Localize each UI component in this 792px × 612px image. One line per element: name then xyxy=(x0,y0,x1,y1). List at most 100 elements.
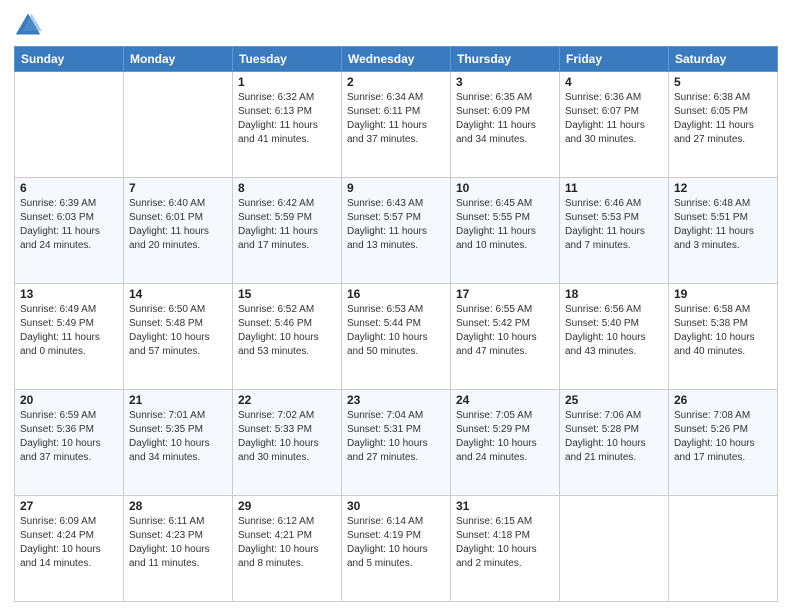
day-info: Sunrise: 6:14 AM Sunset: 4:19 PM Dayligh… xyxy=(347,515,445,571)
calendar-cell: 30Sunrise: 6:14 AM Sunset: 4:19 PM Dayli… xyxy=(342,496,451,602)
day-number: 27 xyxy=(20,499,118,513)
calendar-cell: 3 Sunrise: 6:35 AM Sunset: 6:09 PM Daylig… xyxy=(451,72,560,178)
day-info: Sunrise: 6:59 AM Sunset: 5:36 PM Dayligh… xyxy=(20,409,118,465)
day-info: Sunrise: 6:35 AM Sunset: 6:09 PM Dayligh… xyxy=(456,91,554,147)
calendar-cell: 24 Sunrise: 7:05 AM Sunset: 5:29 PM Dayli… xyxy=(451,390,560,496)
day-info: Sunrise: 7:05 AM Sunset: 5:29 PM Dayligh… xyxy=(456,409,554,465)
day-info: Sunrise: 6:55 AM Sunset: 5:42 PM Dayligh… xyxy=(456,303,554,359)
day-info: Sunrise: 6:43 AM Sunset: 5:57 PM Dayligh… xyxy=(347,197,445,253)
day-info: Sunrise: 7:04 AM Sunset: 5:31 PM Dayligh… xyxy=(347,409,445,465)
day-number: 10 xyxy=(456,181,554,195)
day-info: Sunrise: 6:52 AM Sunset: 5:46 PM Dayligh… xyxy=(238,303,336,359)
day-number: 29 xyxy=(238,499,336,513)
calendar-cell: 9 Sunrise: 6:43 AM Sunset: 5:57 PM Daylig… xyxy=(342,178,451,284)
day-info: Sunrise: 6:36 AM Sunset: 6:07 PM Dayligh… xyxy=(565,91,663,147)
day-info: Sunrise: 6:58 AM Sunset: 5:38 PM Dayligh… xyxy=(674,303,772,359)
day-number: 2 xyxy=(347,75,445,89)
day-info: Sunrise: 7:01 AM Sunset: 5:35 PM Dayligh… xyxy=(129,409,227,465)
calendar-cell: 4 Sunrise: 6:36 AM Sunset: 6:07 PM Daylig… xyxy=(560,72,669,178)
day-info: Sunrise: 6:42 AM Sunset: 5:59 PM Dayligh… xyxy=(238,197,336,253)
day-info: Sunrise: 7:06 AM Sunset: 5:28 PM Dayligh… xyxy=(565,409,663,465)
day-number: 11 xyxy=(565,181,663,195)
day-number: 21 xyxy=(129,393,227,407)
calendar-cell xyxy=(124,72,233,178)
calendar-cell: 11Sunrise: 6:46 AM Sunset: 5:53 PM Dayli… xyxy=(560,178,669,284)
calendar-table: SundayMondayTuesdayWednesdayThursdayFrid… xyxy=(14,46,778,602)
weekday-header-friday: Friday xyxy=(560,47,669,72)
calendar-cell: 6 Sunrise: 6:39 AM Sunset: 6:03 PM Daylig… xyxy=(15,178,124,284)
calendar-cell: 31 Sunrise: 6:15 AM Sunset: 4:18 PM Dayli… xyxy=(451,496,560,602)
day-info: Sunrise: 7:08 AM Sunset: 5:26 PM Dayligh… xyxy=(674,409,772,465)
day-number: 13 xyxy=(20,287,118,301)
day-number: 20 xyxy=(20,393,118,407)
calendar-week-row: 27 Sunrise: 6:09 AM Sunset: 4:24 PM Dayli… xyxy=(15,496,778,602)
calendar-week-row: 6 Sunrise: 6:39 AM Sunset: 6:03 PM Daylig… xyxy=(15,178,778,284)
logo xyxy=(14,10,46,38)
day-info: Sunrise: 6:34 AM Sunset: 6:11 PM Dayligh… xyxy=(347,91,445,147)
calendar-cell: 19 Sunrise: 6:58 AM Sunset: 5:38 PM Dayli… xyxy=(669,284,778,390)
day-number: 19 xyxy=(674,287,772,301)
day-info: Sunrise: 6:12 AM Sunset: 4:21 PM Dayligh… xyxy=(238,515,336,571)
header xyxy=(14,10,778,38)
day-info: Sunrise: 6:50 AM Sunset: 5:48 PM Dayligh… xyxy=(129,303,227,359)
weekday-header-tuesday: Tuesday xyxy=(233,47,342,72)
weekday-header-sunday: Sunday xyxy=(15,47,124,72)
calendar-cell: 7 Sunrise: 6:40 AM Sunset: 6:01 PM Daylig… xyxy=(124,178,233,284)
calendar-cell: 29 Sunrise: 6:12 AM Sunset: 4:21 PM Dayli… xyxy=(233,496,342,602)
weekday-header-wednesday: Wednesday xyxy=(342,47,451,72)
calendar-cell: 23Sunrise: 7:04 AM Sunset: 5:31 PM Dayli… xyxy=(342,390,451,496)
calendar-cell: 18Sunrise: 6:56 AM Sunset: 5:40 PM Dayli… xyxy=(560,284,669,390)
calendar-cell: 21 Sunrise: 7:01 AM Sunset: 5:35 PM Dayli… xyxy=(124,390,233,496)
day-number: 31 xyxy=(456,499,554,513)
day-number: 14 xyxy=(129,287,227,301)
calendar-cell: 16 Sunrise: 6:53 AM Sunset: 5:44 PM Dayli… xyxy=(342,284,451,390)
day-number: 16 xyxy=(347,287,445,301)
calendar-cell xyxy=(560,496,669,602)
day-number: 28 xyxy=(129,499,227,513)
calendar-cell: 20 Sunrise: 6:59 AM Sunset: 5:36 PM Dayli… xyxy=(15,390,124,496)
day-number: 5 xyxy=(674,75,772,89)
day-number: 8 xyxy=(238,181,336,195)
calendar-cell: 1Sunrise: 6:32 AM Sunset: 6:13 PM Daylig… xyxy=(233,72,342,178)
day-number: 3 xyxy=(456,75,554,89)
weekday-header-saturday: Saturday xyxy=(669,47,778,72)
day-number: 7 xyxy=(129,181,227,195)
logo-icon xyxy=(14,10,42,38)
day-info: Sunrise: 6:32 AM Sunset: 6:13 PM Dayligh… xyxy=(238,91,336,147)
day-number: 9 xyxy=(347,181,445,195)
day-number: 24 xyxy=(456,393,554,407)
day-number: 26 xyxy=(674,393,772,407)
calendar-cell: 10Sunrise: 6:45 AM Sunset: 5:55 PM Dayli… xyxy=(451,178,560,284)
day-info: Sunrise: 6:48 AM Sunset: 5:51 PM Dayligh… xyxy=(674,197,772,253)
calendar-cell: 17Sunrise: 6:55 AM Sunset: 5:42 PM Dayli… xyxy=(451,284,560,390)
calendar-week-row: 1Sunrise: 6:32 AM Sunset: 6:13 PM Daylig… xyxy=(15,72,778,178)
day-info: Sunrise: 6:39 AM Sunset: 6:03 PM Dayligh… xyxy=(20,197,118,253)
calendar-cell: 15 Sunrise: 6:52 AM Sunset: 5:46 PM Dayli… xyxy=(233,284,342,390)
day-info: Sunrise: 6:53 AM Sunset: 5:44 PM Dayligh… xyxy=(347,303,445,359)
day-info: Sunrise: 6:56 AM Sunset: 5:40 PM Dayligh… xyxy=(565,303,663,359)
calendar-cell: 12 Sunrise: 6:48 AM Sunset: 5:51 PM Dayli… xyxy=(669,178,778,284)
weekday-header-thursday: Thursday xyxy=(451,47,560,72)
day-info: Sunrise: 6:38 AM Sunset: 6:05 PM Dayligh… xyxy=(674,91,772,147)
calendar-header-row: SundayMondayTuesdayWednesdayThursdayFrid… xyxy=(15,47,778,72)
day-number: 15 xyxy=(238,287,336,301)
calendar-cell: 26 Sunrise: 7:08 AM Sunset: 5:26 PM Dayli… xyxy=(669,390,778,496)
day-number: 4 xyxy=(565,75,663,89)
calendar-cell: 27 Sunrise: 6:09 AM Sunset: 4:24 PM Dayli… xyxy=(15,496,124,602)
day-info: Sunrise: 6:09 AM Sunset: 4:24 PM Dayligh… xyxy=(20,515,118,571)
day-info: Sunrise: 6:40 AM Sunset: 6:01 PM Dayligh… xyxy=(129,197,227,253)
calendar-cell: 2 Sunrise: 6:34 AM Sunset: 6:11 PM Daylig… xyxy=(342,72,451,178)
day-info: Sunrise: 6:49 AM Sunset: 5:49 PM Dayligh… xyxy=(20,303,118,359)
day-number: 6 xyxy=(20,181,118,195)
calendar-cell xyxy=(15,72,124,178)
day-number: 12 xyxy=(674,181,772,195)
calendar-cell: 13 Sunrise: 6:49 AM Sunset: 5:49 PM Dayli… xyxy=(15,284,124,390)
calendar-cell: 8 Sunrise: 6:42 AM Sunset: 5:59 PM Daylig… xyxy=(233,178,342,284)
calendar-cell: 28Sunrise: 6:11 AM Sunset: 4:23 PM Dayli… xyxy=(124,496,233,602)
day-number: 25 xyxy=(565,393,663,407)
calendar-cell: 5 Sunrise: 6:38 AM Sunset: 6:05 PM Daylig… xyxy=(669,72,778,178)
day-info: Sunrise: 6:15 AM Sunset: 4:18 PM Dayligh… xyxy=(456,515,554,571)
calendar-week-row: 13 Sunrise: 6:49 AM Sunset: 5:49 PM Dayli… xyxy=(15,284,778,390)
day-number: 22 xyxy=(238,393,336,407)
weekday-header-monday: Monday xyxy=(124,47,233,72)
